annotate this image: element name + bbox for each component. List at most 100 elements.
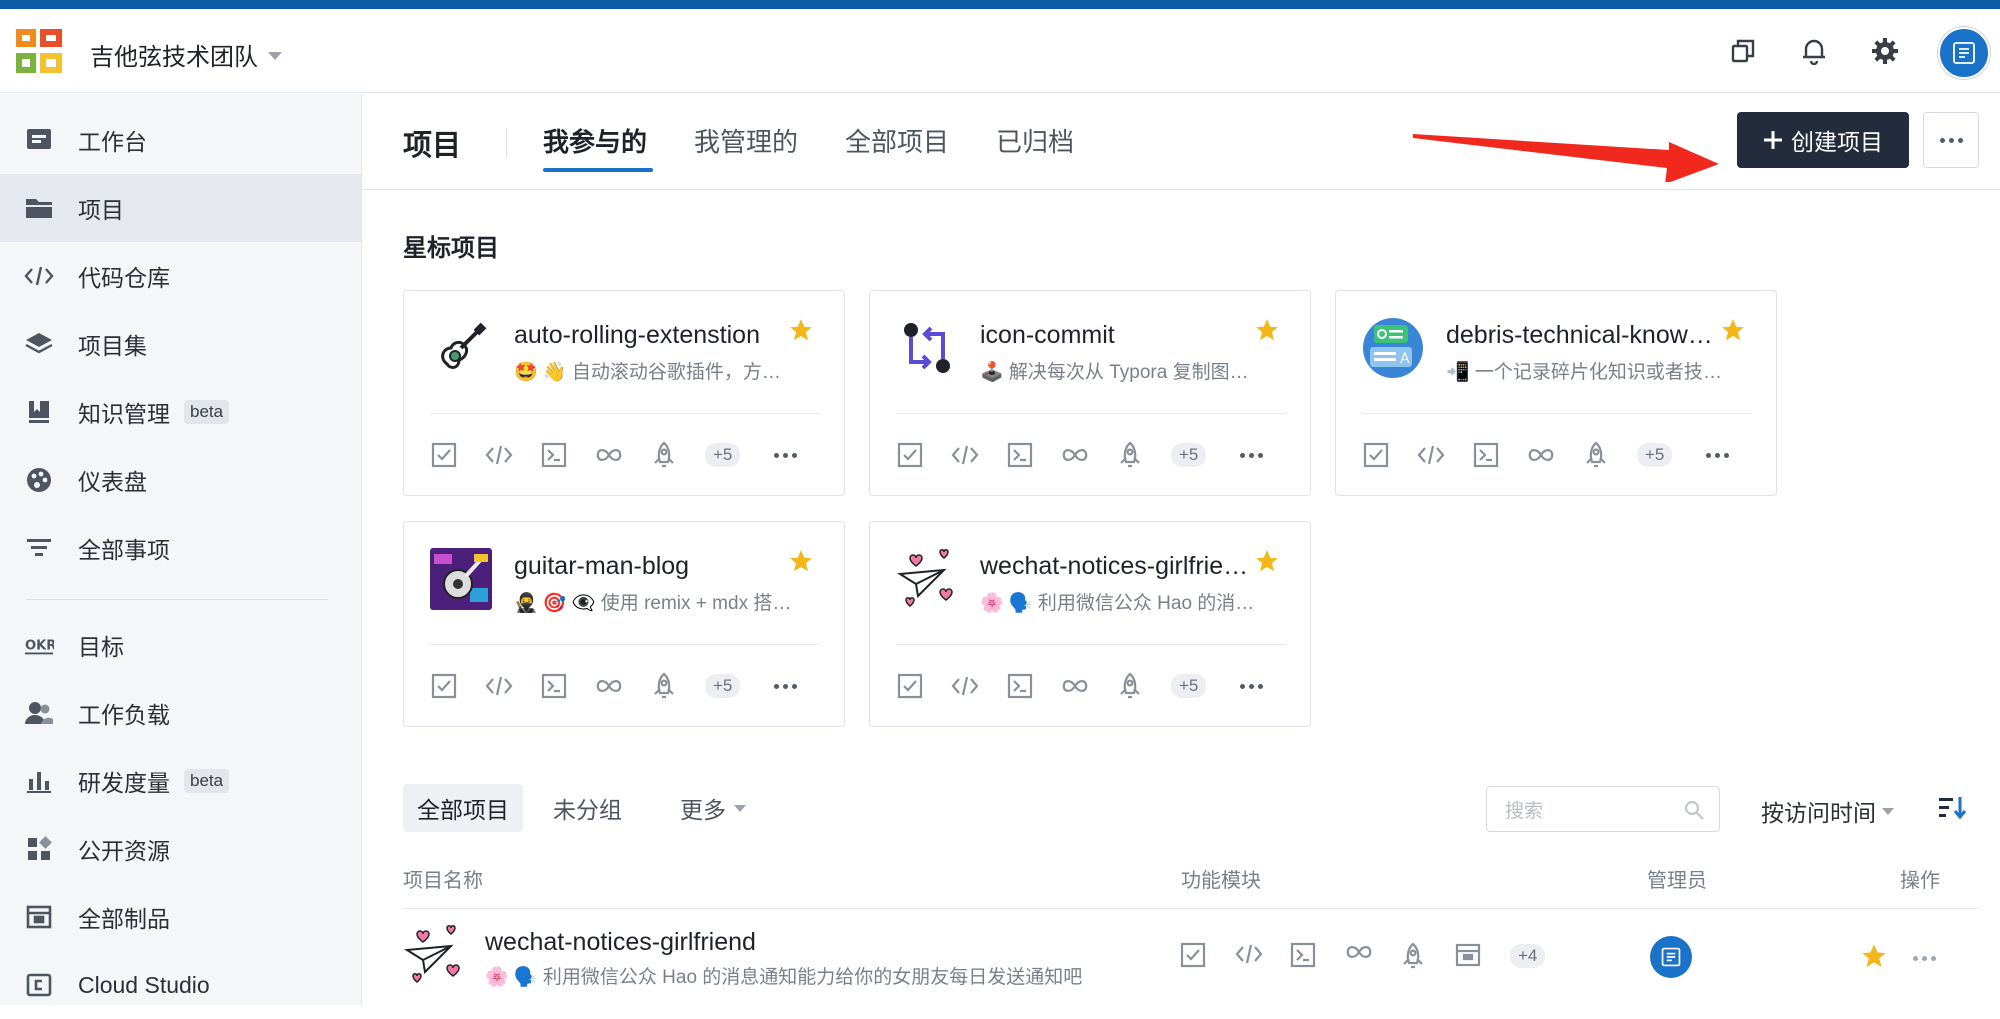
filter-ungrouped[interactable]: 未分组 [539, 784, 636, 832]
sidebar-item-label: 代码仓库 [78, 265, 170, 291]
more-modules-badge[interactable]: +5 [705, 443, 741, 467]
row-more-icon[interactable] [1913, 956, 1936, 961]
star-icon[interactable] [1254, 317, 1280, 348]
code-icon[interactable] [951, 672, 979, 700]
more-modules-badge[interactable]: +4 [1510, 944, 1546, 968]
package-icon[interactable] [1455, 942, 1483, 970]
search-placeholder: 搜索 [1505, 800, 1544, 822]
code-icon[interactable] [1417, 441, 1445, 469]
infinity-icon[interactable] [1527, 441, 1555, 469]
admin-avatar[interactable] [1650, 936, 1692, 978]
checkbox-icon[interactable] [1362, 441, 1390, 469]
tab-all-projects[interactable]: 全部项目 [845, 122, 949, 159]
star-icon[interactable] [1860, 942, 1888, 975]
tab-participating[interactable]: 我参与的 [543, 122, 647, 159]
sort-order-icon[interactable] [1937, 794, 1967, 822]
star-icon[interactable] [788, 317, 814, 348]
sidebar-item-workbench[interactable]: 工作台 [0, 106, 362, 174]
rocket-icon[interactable] [1116, 672, 1144, 700]
sidebar-item-projects[interactable]: 项目 [0, 174, 362, 242]
card-more-icon[interactable] [774, 452, 798, 458]
sidebar-item-dashboard[interactable]: 仪表盘 [0, 446, 362, 514]
card-more-icon[interactable] [1240, 452, 1264, 458]
more-modules-badge[interactable]: +5 [1171, 443, 1207, 467]
more-modules-badge[interactable]: +5 [1171, 674, 1207, 698]
copy-icon[interactable] [1726, 34, 1760, 68]
checkbox-icon[interactable] [1180, 942, 1208, 970]
card-project-name[interactable]: icon-commit [980, 321, 1250, 350]
terminal-icon[interactable] [540, 672, 568, 700]
gear-icon[interactable] [1868, 34, 1902, 68]
starred-project-card[interactable]: wechat-notices-girlfriend 🌸 🗣️ 利用微信公众 Ha… [869, 521, 1311, 727]
user-avatar[interactable] [1938, 27, 1990, 79]
rocket-icon[interactable] [1582, 441, 1610, 469]
card-project-name[interactable]: guitar-man-blog [514, 552, 784, 581]
desktop-icon [24, 125, 54, 155]
terminal-icon[interactable] [540, 441, 568, 469]
infinity-icon[interactable] [595, 672, 623, 700]
package-icon [24, 902, 54, 932]
star-icon[interactable] [1254, 548, 1280, 579]
sidebar-item-workload[interactable]: 工作负载 [0, 679, 362, 747]
team-switcher[interactable]: 吉他弦技术团队 [90, 37, 282, 72]
card-more-icon[interactable] [774, 683, 798, 689]
checkbox-icon[interactable] [896, 441, 924, 469]
checkbox-icon[interactable] [896, 672, 924, 700]
more-modules-badge[interactable]: +5 [705, 674, 741, 698]
terminal-icon[interactable] [1290, 942, 1318, 970]
rocket-icon[interactable] [650, 441, 678, 469]
sidebar-item-metrics[interactable]: 研发度量 beta [0, 747, 362, 815]
terminal-icon[interactable] [1472, 441, 1500, 469]
rocket-icon[interactable] [1116, 441, 1144, 469]
code-icon[interactable] [1235, 942, 1263, 970]
card-project-name[interactable]: wechat-notices-girlfriend [980, 552, 1250, 581]
starred-section-title: 星标项目 [403, 235, 499, 262]
sidebar-item-program[interactable]: 项目集 [0, 310, 362, 378]
create-project-button[interactable]: 创建项目 [1737, 112, 1909, 168]
sidebar-item-knowledge[interactable]: 知识管理 beta [0, 378, 362, 446]
rocket-icon[interactable] [650, 672, 678, 700]
terminal-icon[interactable] [1006, 672, 1034, 700]
terminal-icon[interactable] [1006, 441, 1034, 469]
sidebar-item-label: 工作台 [78, 129, 147, 155]
sidebar-item-repos[interactable]: 代码仓库 [0, 242, 362, 310]
infinity-icon[interactable] [1061, 441, 1089, 469]
checkbox-icon[interactable] [430, 672, 458, 700]
tab-archived[interactable]: 已归档 [996, 122, 1074, 159]
star-icon[interactable] [788, 548, 814, 579]
card-modules: +5 [1362, 441, 1730, 469]
search-input[interactable]: 搜索 [1486, 786, 1720, 832]
more-options-button[interactable] [1923, 112, 1979, 168]
star-icon[interactable] [1720, 317, 1746, 348]
filter-all-projects[interactable]: 全部项目 [403, 784, 523, 832]
sidebar-item-okr[interactable]: OKR 目标 [0, 611, 362, 679]
starred-project-card[interactable]: icon-commit 🕹️ 解决每次从 Typora 复制图片链接 +5 [869, 290, 1311, 496]
card-project-name[interactable]: debris-technical-knowledge [1446, 321, 1716, 350]
sort-dropdown[interactable]: 按访问时间 [1761, 794, 1894, 828]
card-more-icon[interactable] [1240, 683, 1264, 689]
starred-project-card[interactable]: A debris-technical-knowledge 📲 一个记录碎片化知识… [1335, 290, 1777, 496]
infinity-icon[interactable] [595, 441, 623, 469]
sidebar-item-all-issues[interactable]: 全部事项 [0, 514, 362, 582]
team-logo[interactable] [14, 25, 66, 77]
row-project-name[interactable]: wechat-notices-girlfriend [485, 928, 756, 957]
guitar-icon [430, 317, 492, 379]
starred-project-card[interactable]: guitar-man-blog 🥷 🎯 👁‍🗨 使用 remix + mdx 搭… [403, 521, 845, 727]
tab-managed[interactable]: 我管理的 [694, 122, 798, 159]
infinity-icon[interactable] [1345, 942, 1373, 970]
code-icon[interactable] [951, 441, 979, 469]
code-icon[interactable] [485, 441, 513, 469]
card-project-name[interactable]: auto-rolling-extenstion [514, 321, 784, 350]
filter-more-dropdown[interactable]: 更多 [666, 784, 760, 832]
bell-icon[interactable] [1797, 34, 1831, 68]
sidebar-item-public-resources[interactable]: 公开资源 [0, 815, 362, 883]
starred-project-card[interactable]: auto-rolling-extenstion 🤩 👋 自动滚动谷歌插件，方便阅… [403, 290, 845, 496]
sidebar-item-cloud-studio[interactable]: Cloud Studio [0, 951, 362, 1019]
infinity-icon[interactable] [1061, 672, 1089, 700]
checkbox-icon[interactable] [430, 441, 458, 469]
more-modules-badge[interactable]: +5 [1637, 443, 1673, 467]
card-more-icon[interactable] [1706, 452, 1730, 458]
rocket-icon[interactable] [1400, 942, 1428, 970]
sidebar-item-artifacts[interactable]: 全部制品 [0, 883, 362, 951]
code-icon[interactable] [485, 672, 513, 700]
